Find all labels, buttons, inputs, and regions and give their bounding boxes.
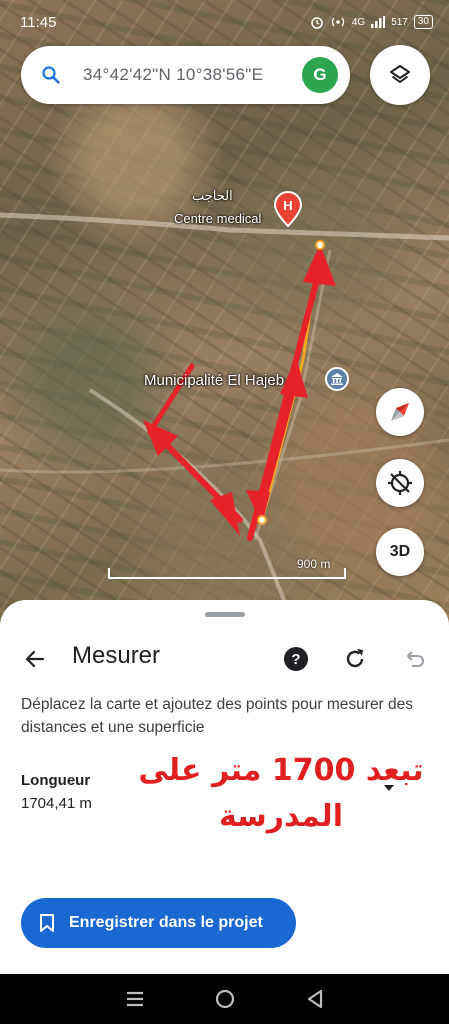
- back-button[interactable]: [20, 644, 50, 674]
- location-off-icon: [388, 471, 412, 495]
- undo-button[interactable]: [400, 644, 430, 674]
- poi-medical-label[interactable]: Centre medical: [174, 211, 261, 226]
- status-icons: 4G 517 30: [310, 15, 433, 29]
- help-icon: ?: [284, 647, 308, 671]
- instructions-text: Déplacez la carte et ajoutez des points …: [21, 696, 414, 736]
- length-label: Longueur: [21, 772, 91, 789]
- svg-text:H: H: [283, 198, 292, 213]
- battery-icon: 30: [413, 15, 433, 29]
- save-button-label: Enregistrer dans le projet: [69, 914, 263, 931]
- network-type: 4G: [351, 16, 366, 28]
- layers-icon: [390, 65, 410, 83]
- help-button[interactable]: ?: [281, 644, 311, 674]
- length-value: 1704,41 m: [21, 795, 92, 812]
- svg-text:?: ?: [291, 651, 300, 668]
- poi-arabic-label[interactable]: الحاجب: [192, 188, 233, 204]
- refresh-icon: [346, 649, 364, 668]
- scale-label: 900 m: [297, 557, 331, 571]
- municipality-pin-icon[interactable]: [325, 367, 349, 391]
- recents-icon[interactable]: [125, 990, 145, 1008]
- signal-icon: [371, 16, 386, 28]
- search-icon: [42, 66, 60, 84]
- sheet-header: Mesurer ?: [0, 638, 449, 678]
- system-nav-bar: [0, 974, 449, 1024]
- layers-button[interactable]: [370, 45, 430, 105]
- back-nav-icon[interactable]: [306, 989, 324, 1009]
- undo-icon: [407, 651, 424, 667]
- bookmark-icon: [40, 914, 54, 932]
- location-button[interactable]: [376, 459, 424, 507]
- screen: الحاجب Centre medical H Municipalité El …: [0, 0, 449, 1024]
- hotspot-icon: [331, 17, 344, 27]
- save-to-project-button[interactable]: Enregistrer dans le projet: [21, 898, 296, 948]
- search-bar[interactable]: 34°42'42"N 10°38'56"E G: [21, 46, 350, 104]
- search-input[interactable]: 34°42'42"N 10°38'56"E: [83, 65, 263, 85]
- sheet-title: Mesurer: [72, 642, 161, 669]
- alarm-icon: [311, 17, 323, 29]
- arrow-annotations: [143, 244, 336, 541]
- 3d-button[interactable]: 3D: [376, 528, 424, 576]
- status-bar: 11:45 4G 517 30: [0, 0, 449, 44]
- sheet-drag-handle[interactable]: [205, 612, 245, 617]
- compass-icon: [391, 403, 409, 421]
- arabic-annotation: تبعد 1700 متر على المدرسة: [138, 753, 424, 834]
- measure-sheet: Mesurer ? Déplacez la carte et ajoutez d…: [0, 600, 449, 974]
- poi-municipality-label[interactable]: Municipalité El Hajeb: [144, 372, 284, 389]
- status-time: 11:45: [20, 13, 57, 31]
- compass-button[interactable]: [376, 388, 424, 436]
- reset-button[interactable]: [340, 644, 370, 674]
- back-arrow-icon: [25, 650, 45, 668]
- hospital-pin-icon[interactable]: H: [273, 191, 303, 232]
- data-speed: 517: [391, 16, 408, 28]
- account-avatar[interactable]: G: [302, 57, 338, 93]
- home-icon[interactable]: [214, 988, 236, 1010]
